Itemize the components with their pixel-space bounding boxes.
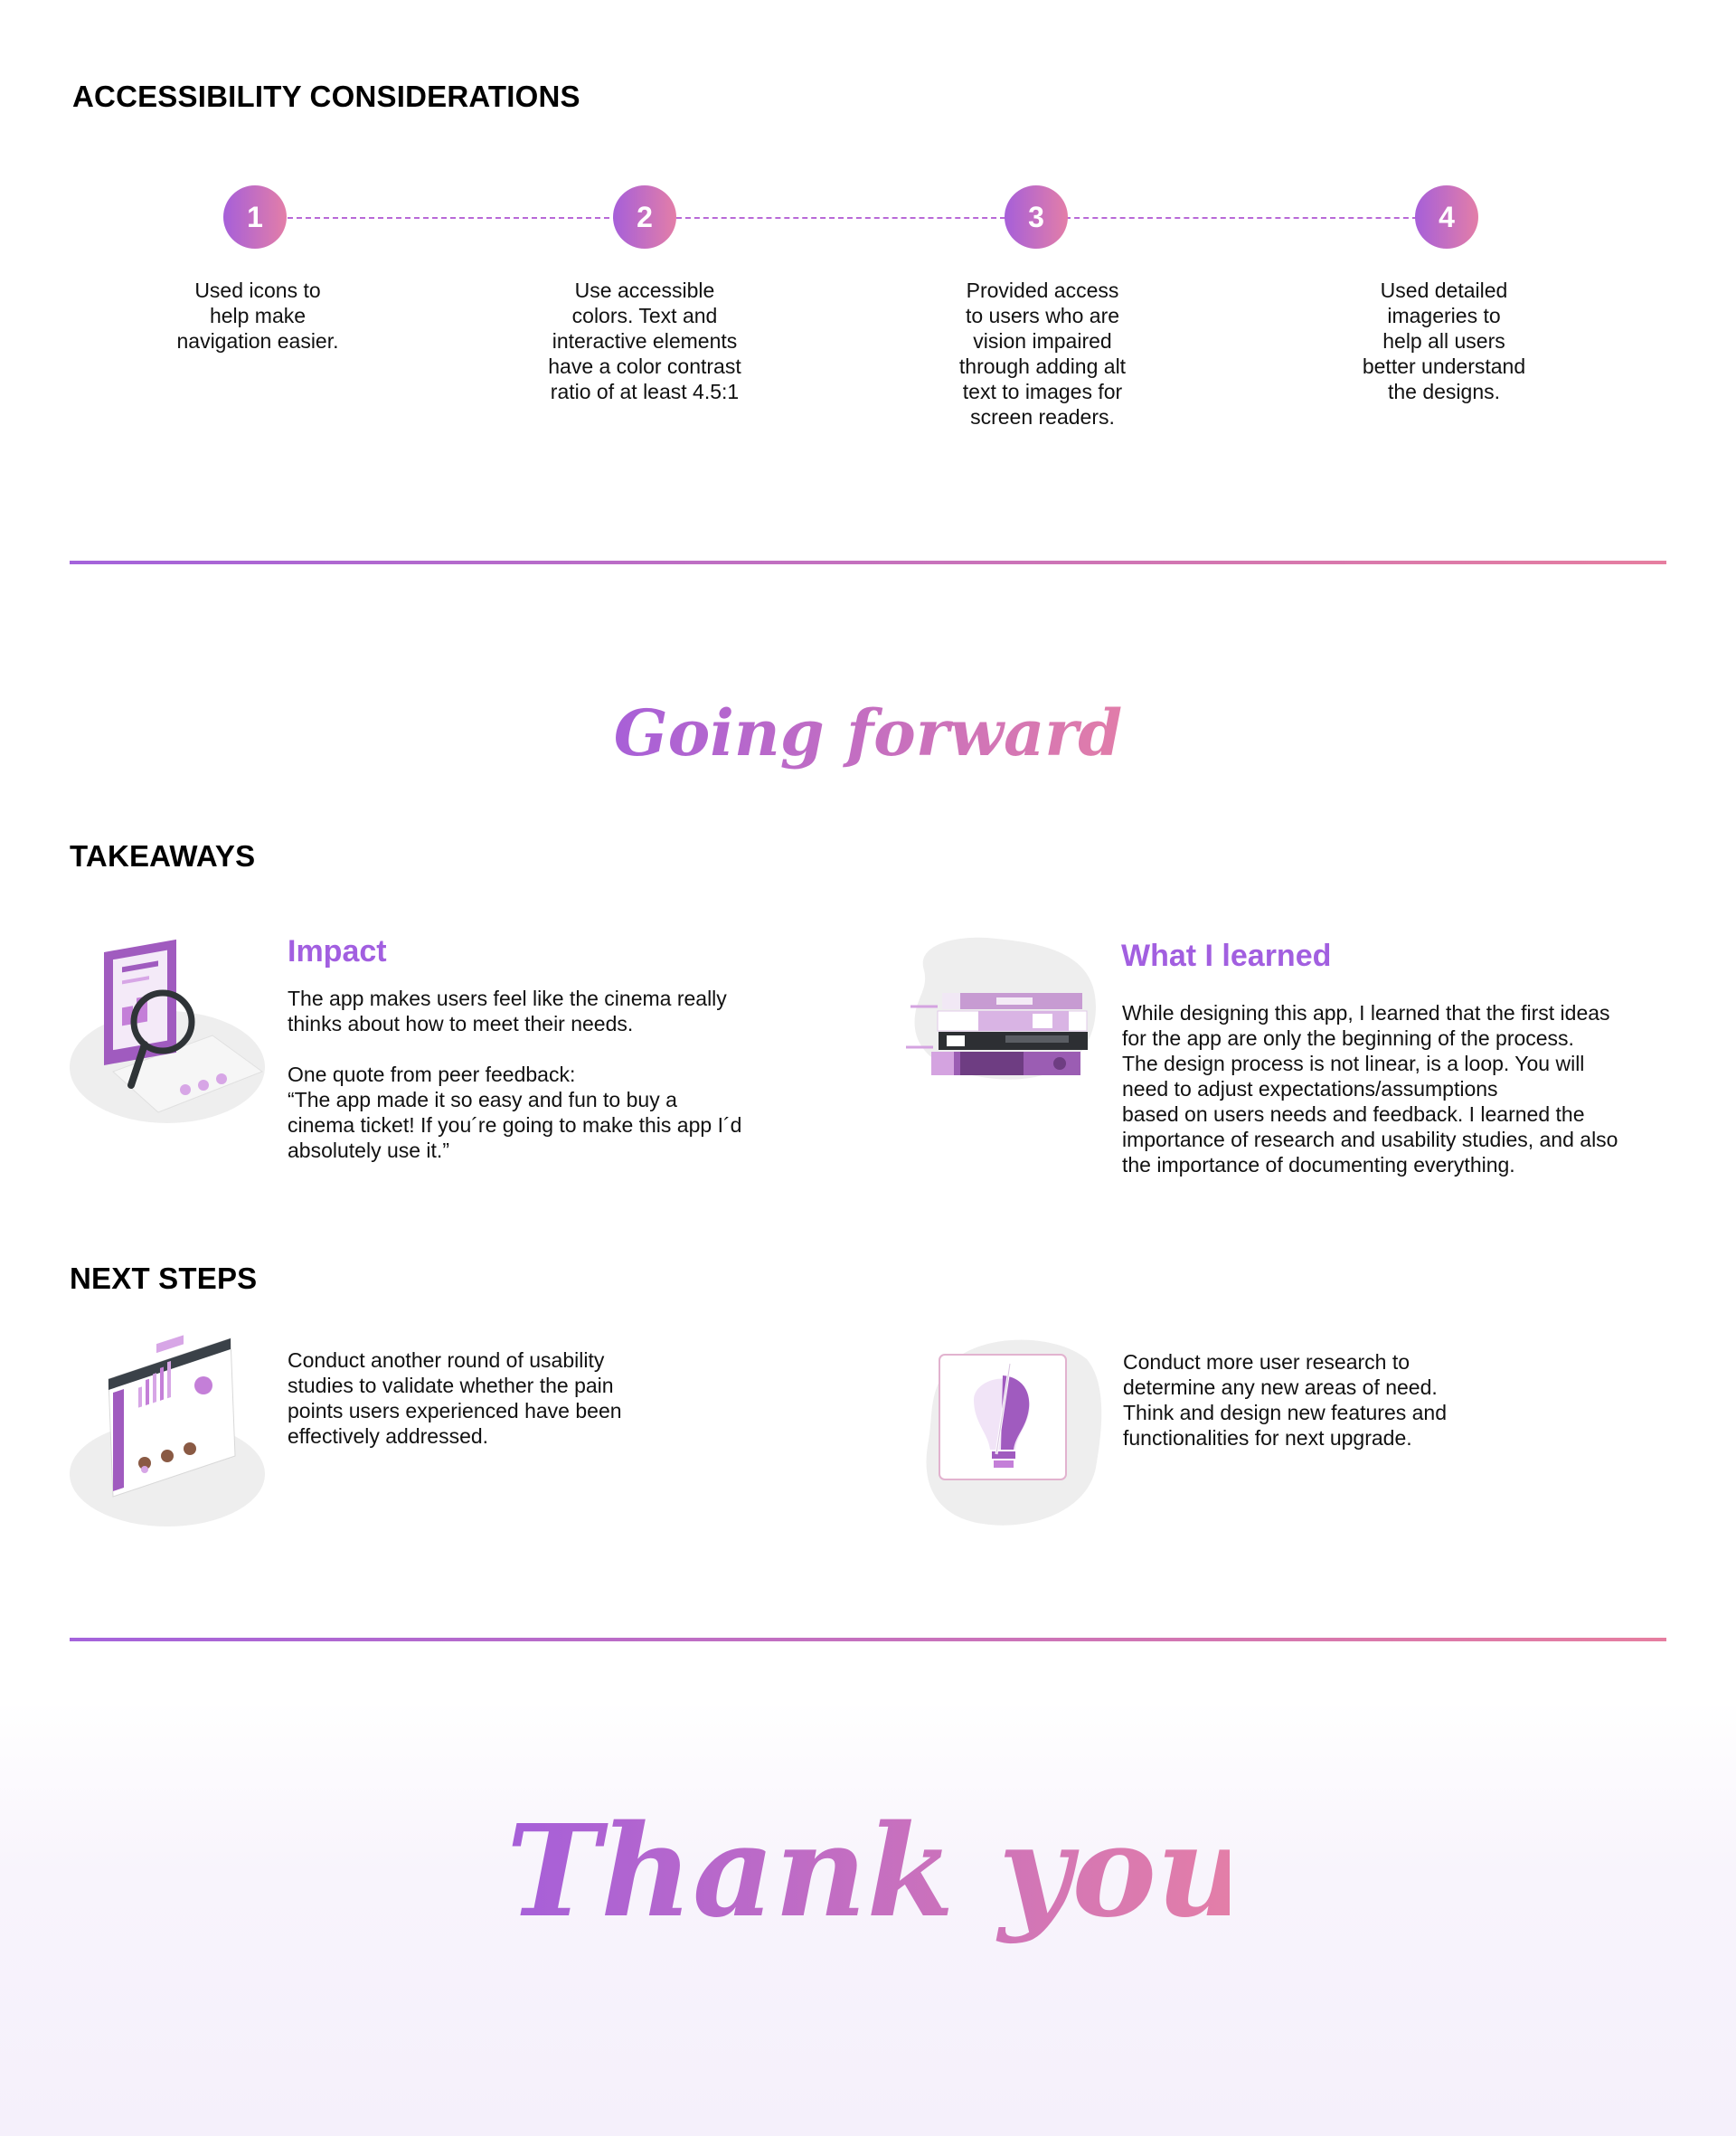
next-steps-heading: NEXT STEPS bbox=[70, 1262, 258, 1295]
step-1-text: Used icons to help make navigation easie… bbox=[176, 279, 339, 353]
takeaways-heading: TAKEAWAYS bbox=[70, 839, 256, 873]
impact-title: Impact bbox=[288, 934, 387, 969]
step-1-badge: 1 bbox=[223, 185, 287, 249]
dashboard-illustration-icon bbox=[70, 1335, 265, 1526]
learned-title: What I learned bbox=[1121, 939, 1332, 973]
step-connector-1-2 bbox=[288, 217, 618, 219]
lightbulb-illustration-icon bbox=[926, 1339, 1102, 1526]
research-text: Conduct more user research to determine … bbox=[1123, 1350, 1448, 1450]
impact-text: The app makes users feel like the cinema… bbox=[288, 987, 742, 1162]
step-3-text: Provided access to users who are vision … bbox=[958, 279, 1127, 429]
thank-you-title: Thank you! bbox=[506, 1795, 1304, 1949]
step-2-badge: 2 bbox=[613, 185, 676, 249]
step-2-text: Use accessible colors. Text and interact… bbox=[548, 279, 741, 403]
step-connector-3-4 bbox=[1065, 217, 1418, 219]
accessibility-heading: ACCESSIBILITY CONSIDERATIONS bbox=[72, 80, 580, 113]
usability-text: Conduct another round of usability studi… bbox=[288, 1348, 622, 1448]
section-divider-top bbox=[70, 561, 1666, 564]
analysis-magnifier-illustration-icon bbox=[70, 939, 265, 1123]
step-3-badge: 3 bbox=[1005, 185, 1068, 249]
step-4-badge: 4 bbox=[1415, 185, 1478, 249]
step-4-text: Used detailed imageries to help all user… bbox=[1362, 279, 1526, 403]
learned-text: While designing this app, I learned that… bbox=[1122, 1001, 1618, 1177]
section-divider-bottom bbox=[70, 1638, 1666, 1641]
going-forward-title: Going forward bbox=[597, 693, 1139, 774]
book-stack-illustration-icon bbox=[906, 937, 1096, 1080]
step-connector-2-3 bbox=[676, 217, 1005, 219]
